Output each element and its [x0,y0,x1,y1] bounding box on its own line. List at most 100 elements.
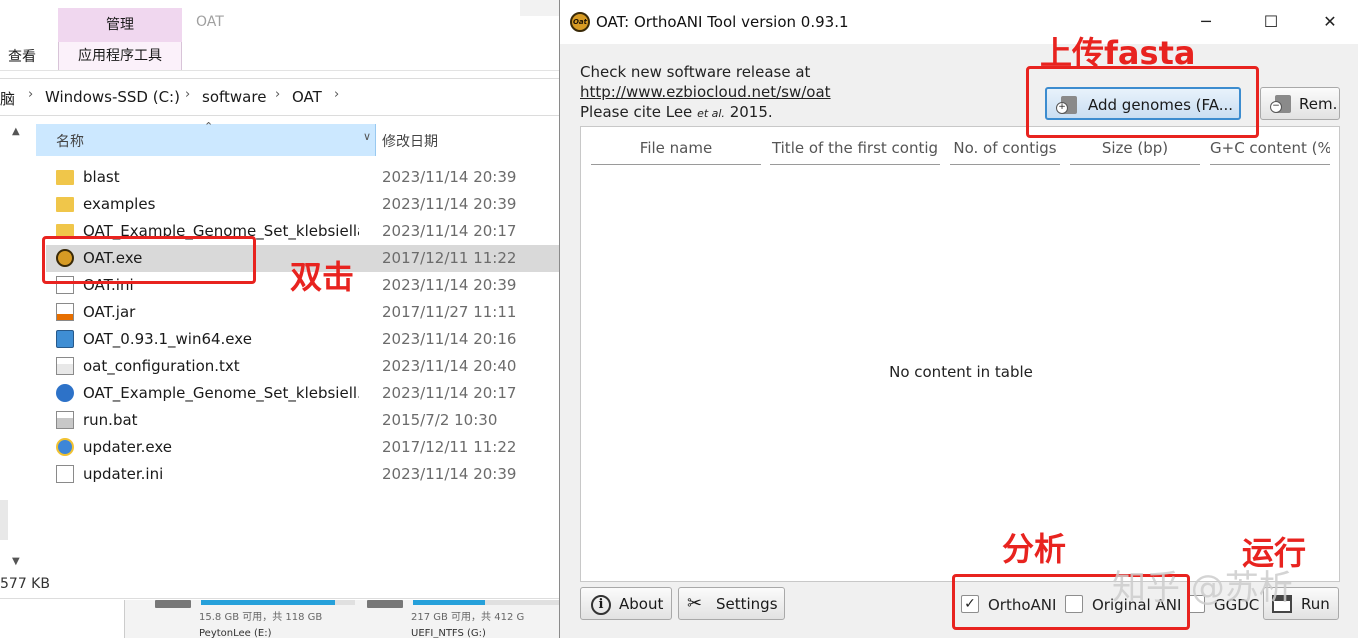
tab-manage[interactable]: 管理 [58,8,182,42]
remove-button[interactable]: Rem... [1260,87,1340,120]
table-header-size[interactable]: Size (bp) [1070,139,1200,165]
settings-button[interactable]: ✂ Settings [678,587,785,620]
nav-pane-edge [0,500,8,540]
batch-file-icon [56,411,74,429]
citation-etal: et al. [697,107,725,120]
file-row[interactable]: oat_configuration.txt 2023/11/14 20:40 [46,353,559,380]
chevron-right-icon[interactable]: › [185,87,190,102]
file-date: 2017/11/27 11:11 [382,303,517,321]
minimize-button[interactable]: ─ [1192,8,1220,36]
table-header-title[interactable]: Title of the first contig [770,139,940,165]
drive-label: UEFI_NTFS (G:) [411,628,486,638]
breadcrumb-this-pc[interactable]: 脑 [0,88,15,109]
table-header-contigs[interactable]: No. of contigs [950,139,1060,165]
citation-prefix: Please cite Lee [580,103,698,121]
installer-icon [56,330,74,348]
highlight-add-genomes [1026,66,1259,138]
file-row[interactable]: updater.ini 2023/11/14 20:39 [46,461,559,488]
table-header-gc[interactable]: G+C content (%) [1210,139,1330,165]
file-date: 2023/11/14 20:16 [382,330,517,348]
hard-drive-icon [367,600,403,608]
annotation-double-click: 双击 [290,258,355,296]
text-file-icon [56,357,74,375]
status-divider [0,598,559,599]
tools-icon: ✂ [687,593,703,614]
file-name: OAT_0.93.1_win64.exe [83,330,252,348]
file-row[interactable]: OAT_Example_Genome_Set_klebsiell... 2023/… [46,380,559,407]
chevron-right-icon[interactable]: › [275,87,280,102]
file-row[interactable]: run.bat 2015/7/2 10:30 [46,407,559,434]
ribbon-divider [0,70,559,71]
file-date: 2023/11/14 20:39 [382,276,517,294]
drive-item-g[interactable]: 217 GB 可用，共 412 G UEFI_NTFS (G:) [337,600,559,638]
tab-view[interactable]: 查看 [8,46,36,66]
folder-icon [56,197,74,212]
java-jar-icon [56,303,74,321]
file-row[interactable]: OAT.jar 2017/11/27 11:11 [46,299,559,326]
address-bar[interactable]: 脑 › Windows-SSD (C:) › software › OAT › [0,78,559,116]
scroll-up-icon[interactable]: ▲ [12,126,20,137]
chevron-right-icon[interactable]: › [28,87,33,102]
drive-capacity: 15.8 GB 可用，共 118 GB [199,612,323,623]
file-name: oat_configuration.txt [83,357,240,375]
ini-file-icon [56,465,74,483]
breadcrumb-drive[interactable]: Windows-SSD (C:) [45,88,180,106]
tab-app-tools[interactable]: 应用程序工具 [58,42,182,70]
breadcrumb-software[interactable]: software [202,88,266,106]
chevron-down-icon[interactable]: ∨ [363,130,371,143]
settings-label: Settings [716,595,778,613]
drive-capacity: 217 GB 可用，共 412 G [411,612,525,623]
file-name: updater.exe [83,438,173,456]
file-date: 2023/11/14 20:17 [382,222,517,240]
hard-drive-icon [155,600,191,608]
window-title: OAT: OrthoANI Tool version 0.93.1 [596,13,849,31]
release-info-text: Check new software release at [580,63,811,81]
scroll-down-icon[interactable]: ▼ [12,556,20,567]
about-button[interactable]: i About [580,587,672,620]
file-row[interactable]: updater.exe 2017/12/11 11:22 [46,434,559,461]
drive-label: PeytonLee (E:) [199,628,272,638]
empty-table-message: No content in table [889,363,1033,381]
drive-usage-bar [413,600,559,605]
file-date: 2015/7/2 10:30 [382,411,498,429]
table-header-file-name[interactable]: File name [591,139,761,165]
drive-usage-fill [201,600,335,605]
run-label: Run [1301,595,1330,613]
file-row[interactable]: blast 2023/11/14 20:39 [46,164,559,191]
window-title: OAT [196,14,224,30]
chevron-right-icon[interactable]: › [334,87,339,102]
highlight-oat-exe [42,236,256,284]
file-row[interactable]: OAT_0.93.1_win64.exe 2023/11/14 20:16 [46,326,559,353]
file-date: 2017/12/11 11:22 [382,438,517,456]
column-header-name[interactable]: ⌃ 名称 ∨ [36,120,376,156]
file-name: OAT.jar [83,303,136,321]
breadcrumb-oat[interactable]: OAT [292,88,322,106]
annotation-analyze: 分析 [1002,530,1067,568]
vertical-scrollbar[interactable]: ▲ ▼ [8,124,30,574]
watermark: 知乎 @苏析 [1112,568,1293,608]
file-name: blast [83,168,120,186]
close-button[interactable]: ✕ [1316,8,1344,36]
title-bar[interactable]: Oat OAT: OrthoANI Tool version 0.93.1 ─ … [560,0,1358,44]
drive-item-e[interactable]: 15.8 GB 可用，共 118 GB PeytonLee (E:) [125,600,355,638]
drive-usage-bar [201,600,355,605]
column-header-name-label: 名称 [56,134,84,150]
file-name: run.bat [83,411,138,429]
citation-text: Please cite Lee et al. 2015. [580,103,773,121]
file-row[interactable]: examples 2023/11/14 20:39 [46,191,559,218]
genomes-table[interactable]: File name Title of the first contig No. … [580,126,1340,582]
maximize-button[interactable]: ☐ [1257,8,1285,36]
about-label: About [619,595,664,613]
release-link[interactable]: http://www.ezbiocloud.net/sw/oat [580,83,831,101]
citation-suffix: 2015. [724,103,773,121]
oat-logo-icon: Oat [570,12,590,32]
column-header-date[interactable]: 修改日期 [376,124,559,156]
file-explorer-window: 管理 应用程序工具 查看 OAT 脑 › Windows-SSD (C:) › … [0,0,560,638]
column-header-date-label: 修改日期 [382,134,438,150]
drives-panel: 15.8 GB 可用，共 118 GB PeytonLee (E:) 217 G… [124,600,559,638]
info-icon: i [591,595,611,615]
file-date: 2023/11/14 20:39 [382,168,517,186]
file-date: 2023/11/14 20:39 [382,195,517,213]
remove-label: Rem... [1299,95,1339,113]
folder-icon [56,170,74,185]
